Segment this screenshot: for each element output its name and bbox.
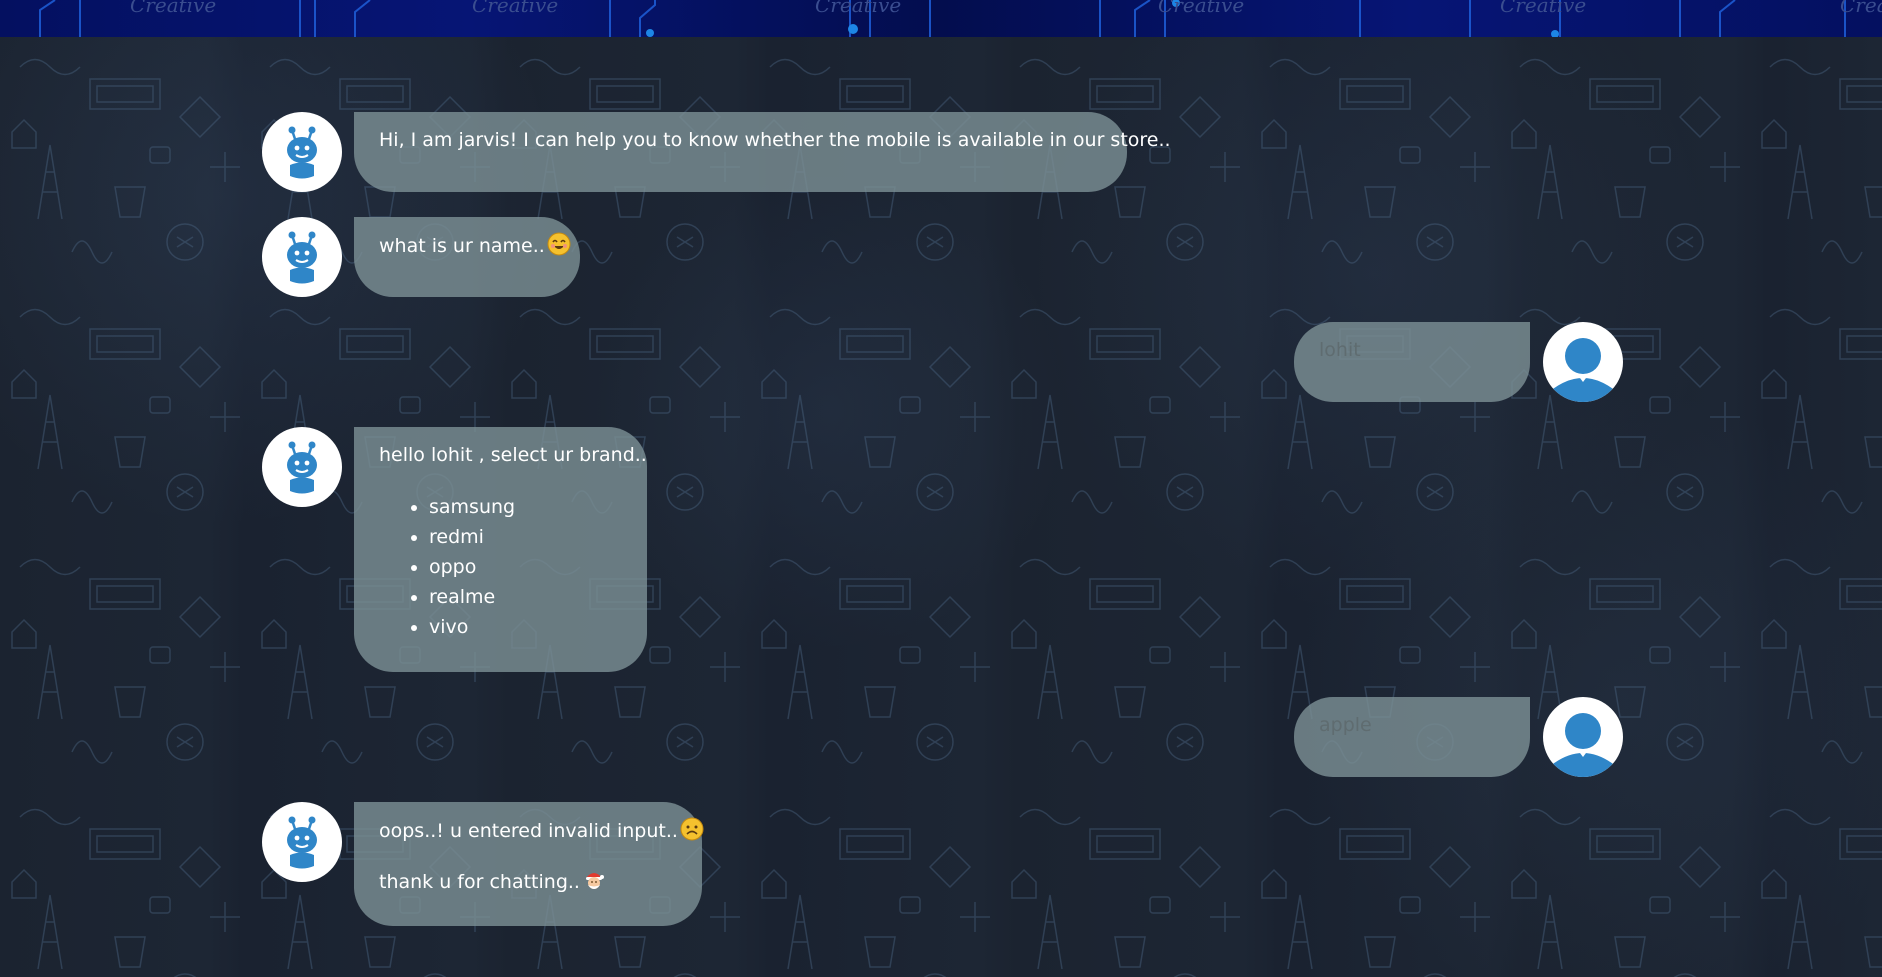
bot-message-line: oops..! u entered invalid input.. [379,817,704,844]
sad-face-emoji [680,817,704,841]
user-message-bubble: apple [1294,697,1530,777]
robot-icon [287,231,317,284]
bot-message-text: oops..! u entered invalid input.. [379,820,678,842]
user-avatar [1543,322,1623,402]
bot-message-bubble: Hi, I am jarvis! I can help you to know … [354,112,1171,192]
bot-message-text: Hi, I am jarvis! I can help you to know … [379,129,1171,151]
bot-message-line: what is ur name.. [379,232,571,259]
bot-avatar [262,427,342,507]
brand-option: vivo [429,612,622,642]
user-message-bubble: lohit [1294,322,1530,402]
bot-message-line: thank u for chatting.. [379,868,677,895]
brand-option: samsung [429,492,622,522]
user-icon [1549,713,1617,777]
user-message-text: lohit [1319,339,1361,361]
bot-message-bubble: what is ur name.. [354,217,580,297]
santa-face-emoji [585,873,604,889]
robot-icon [287,126,317,179]
robot-icon [287,441,317,494]
user-icon [1549,338,1617,402]
bot-message-text: thank u for chatting.. [379,871,580,893]
bot-avatar [262,802,342,882]
brand-options-list: samsung redmi oppo realme vivo [379,492,622,642]
user-avatar [1543,697,1623,777]
chat-page: Creative Creative Creative Creative Crea… [0,0,1882,977]
chat-container: Hi, I am jarvis! I can help you to know … [0,0,1882,977]
brand-option: redmi [429,522,622,552]
bot-message-bubble: oops..! u entered invalid input.. thank … [354,802,704,926]
brand-option: realme [429,582,622,612]
bot-message-text: what is ur name.. [379,235,545,257]
brand-option: oppo [429,552,622,582]
bot-avatar [262,112,342,192]
bot-message-bubble: hello lohit , select ur brand.. samsung … [354,427,647,672]
bot-avatar [262,217,342,297]
robot-icon [287,816,317,869]
user-message-text: apple [1319,714,1372,736]
smiling-face-emoji [547,232,571,256]
bot-message-text: hello lohit , select ur brand.. [379,444,647,466]
